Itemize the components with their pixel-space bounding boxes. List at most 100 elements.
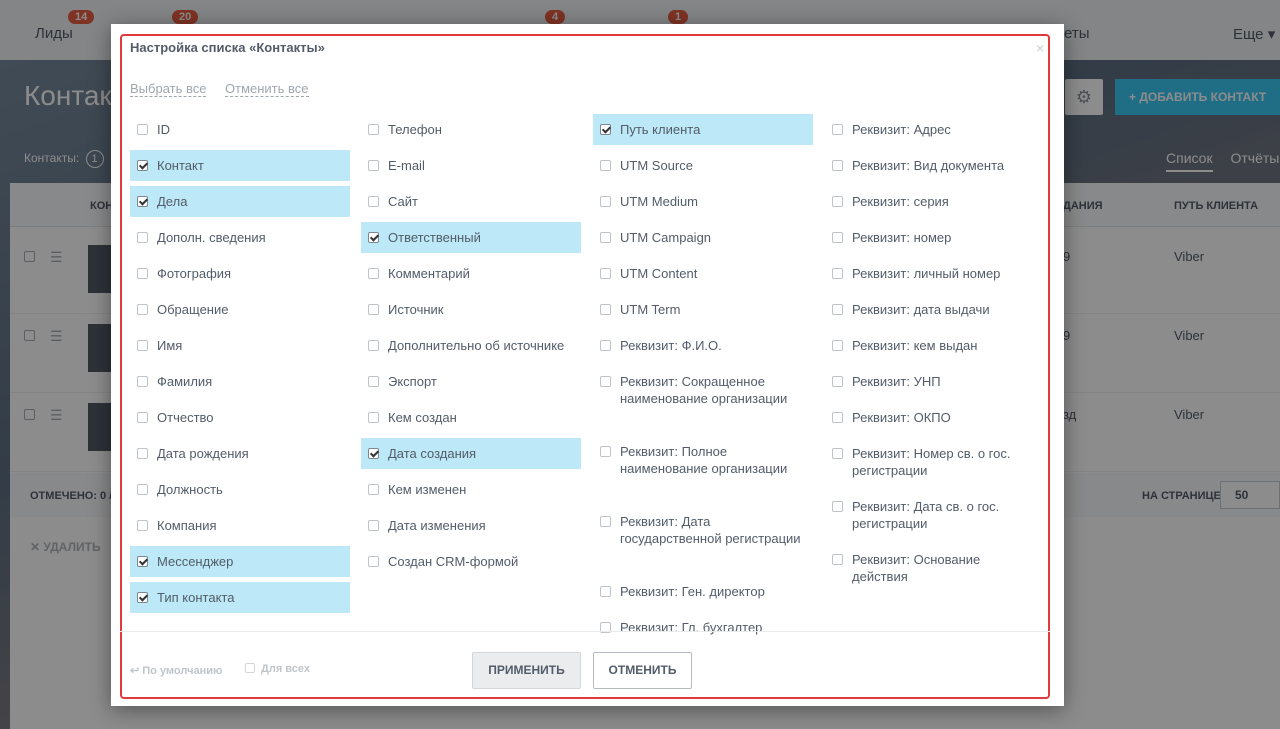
field-option[interactable]: Обращение <box>130 294 350 325</box>
field-option[interactable]: Реквизит: личный номер <box>825 258 1045 289</box>
field-checkbox[interactable] <box>600 124 611 135</box>
field-checkbox[interactable] <box>137 196 148 207</box>
field-checkbox[interactable] <box>368 556 379 567</box>
field-checkbox[interactable] <box>600 340 611 351</box>
field-checkbox[interactable] <box>600 446 611 457</box>
field-checkbox[interactable] <box>832 124 843 135</box>
field-checkbox[interactable] <box>137 484 148 495</box>
field-option[interactable]: E-mail <box>361 150 581 181</box>
field-checkbox[interactable] <box>832 196 843 207</box>
field-option[interactable]: Реквизит: Вид документа <box>825 150 1045 181</box>
field-checkbox[interactable] <box>137 556 148 567</box>
field-checkbox[interactable] <box>600 304 611 315</box>
reset-default-link[interactable]: ↩ По умолчанию <box>130 664 222 677</box>
field-option[interactable]: Тип контакта <box>130 582 350 613</box>
field-checkbox[interactable] <box>137 592 148 603</box>
field-checkbox[interactable] <box>137 160 148 171</box>
field-option[interactable]: Реквизит: номер <box>825 222 1045 253</box>
field-option[interactable]: Комментарий <box>361 258 581 289</box>
field-checkbox[interactable] <box>832 376 843 387</box>
field-checkbox[interactable] <box>368 124 379 135</box>
field-option[interactable]: Дата изменения <box>361 510 581 541</box>
field-checkbox[interactable] <box>600 232 611 243</box>
field-checkbox[interactable] <box>368 484 379 495</box>
field-checkbox[interactable] <box>832 160 843 171</box>
field-checkbox[interactable] <box>368 160 379 171</box>
field-option[interactable]: Реквизит: ОКПО <box>825 402 1045 433</box>
field-checkbox[interactable] <box>368 340 379 351</box>
field-checkbox[interactable] <box>600 586 611 597</box>
field-checkbox[interactable] <box>600 160 611 171</box>
field-checkbox[interactable] <box>137 520 148 531</box>
field-option[interactable]: Кем изменен <box>361 474 581 505</box>
field-option[interactable]: Создан CRM-формой <box>361 546 581 577</box>
field-checkbox[interactable] <box>368 412 379 423</box>
field-option[interactable]: Реквизит: Дата государственной регистрац… <box>593 506 813 554</box>
field-checkbox[interactable] <box>832 448 843 459</box>
field-option[interactable]: Реквизит: дата выдачи <box>825 294 1045 325</box>
close-icon[interactable]: × <box>1036 40 1044 56</box>
field-checkbox[interactable] <box>137 124 148 135</box>
field-option[interactable]: Реквизит: кем выдан <box>825 330 1045 361</box>
field-option[interactable]: Реквизит: Ген. директор <box>593 576 813 607</box>
field-option[interactable]: UTM Campaign <box>593 222 813 253</box>
field-checkbox[interactable] <box>832 501 843 512</box>
field-option[interactable]: Дата рождения <box>130 438 350 469</box>
field-option[interactable]: Реквизит: Сокращенное наименование орган… <box>593 366 813 414</box>
field-checkbox[interactable] <box>137 232 148 243</box>
field-checkbox[interactable] <box>368 268 379 279</box>
field-option[interactable]: UTM Content <box>593 258 813 289</box>
field-option[interactable]: Отчество <box>130 402 350 433</box>
field-option[interactable]: Ответственный <box>361 222 581 253</box>
field-checkbox[interactable] <box>600 516 611 527</box>
unselect-all-link[interactable]: Отменить все <box>225 82 309 97</box>
field-option[interactable]: Телефон <box>361 114 581 145</box>
field-option[interactable]: Реквизит: Ф.И.О. <box>593 330 813 361</box>
field-checkbox[interactable] <box>137 268 148 279</box>
field-option[interactable]: Фамилия <box>130 366 350 397</box>
select-all-link[interactable]: Выбрать все <box>130 82 207 97</box>
field-option[interactable]: Реквизит: Дата св. о гос. регистрации <box>825 491 1045 539</box>
field-option[interactable]: Дата создания <box>361 438 581 469</box>
field-checkbox[interactable] <box>137 304 148 315</box>
field-option[interactable]: Мессенджер <box>130 546 350 577</box>
field-option[interactable]: Реквизит: Номер св. о гос. регистрации <box>825 438 1045 486</box>
field-checkbox[interactable] <box>368 196 379 207</box>
apply-button[interactable]: ПРИМЕНИТЬ <box>472 652 581 689</box>
field-option[interactable]: Должность <box>130 474 350 505</box>
field-checkbox[interactable] <box>832 232 843 243</box>
field-option[interactable]: Контакт <box>130 150 350 181</box>
field-option[interactable]: Дела <box>130 186 350 217</box>
field-option[interactable]: Реквизит: серия <box>825 186 1045 217</box>
field-option[interactable]: Путь клиента <box>593 114 813 145</box>
field-option[interactable]: UTM Medium <box>593 186 813 217</box>
field-option[interactable]: Фотография <box>130 258 350 289</box>
field-option[interactable]: Кем создан <box>361 402 581 433</box>
field-option[interactable]: Дополнительно об источнике <box>361 330 581 361</box>
for-all-toggle[interactable]: Для всех <box>245 663 310 675</box>
field-checkbox[interactable] <box>368 232 379 243</box>
field-option[interactable]: Сайт <box>361 186 581 217</box>
field-option[interactable]: Реквизит: Полное наименование организаци… <box>593 436 813 484</box>
field-checkbox[interactable] <box>137 376 148 387</box>
field-option[interactable]: Дополн. сведения <box>130 222 350 253</box>
field-checkbox[interactable] <box>832 304 843 315</box>
field-checkbox[interactable] <box>600 268 611 279</box>
field-option[interactable]: Реквизит: Гл. бухгалтер <box>593 612 813 643</box>
field-checkbox[interactable] <box>137 340 148 351</box>
field-option[interactable]: Реквизит: УНП <box>825 366 1045 397</box>
field-option[interactable]: Реквизит: Основание действия <box>825 544 1045 592</box>
field-checkbox[interactable] <box>137 412 148 423</box>
field-checkbox[interactable] <box>368 448 379 459</box>
field-checkbox[interactable] <box>832 554 843 565</box>
field-option[interactable]: UTM Source <box>593 150 813 181</box>
field-checkbox[interactable] <box>368 520 379 531</box>
field-option[interactable]: Имя <box>130 330 350 361</box>
field-option[interactable]: Источник <box>361 294 581 325</box>
field-checkbox[interactable] <box>600 376 611 387</box>
field-option[interactable]: ID <box>130 114 350 145</box>
field-option[interactable]: Экспорт <box>361 366 581 397</box>
field-checkbox[interactable] <box>832 340 843 351</box>
for-all-checkbox[interactable] <box>245 663 255 673</box>
field-option[interactable]: UTM Term <box>593 294 813 325</box>
